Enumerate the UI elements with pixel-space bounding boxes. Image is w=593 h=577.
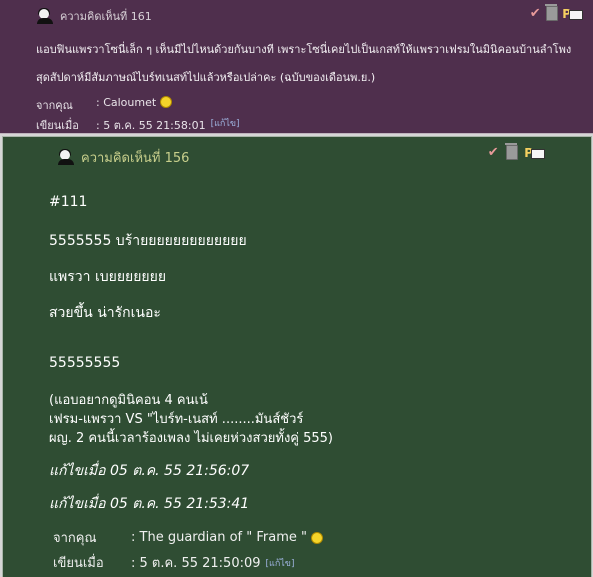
comment-author-row: จากคุณ : Caloumet — [36, 96, 173, 114]
posted-date: : 5 ต.ค. 55 21:50:09 — [131, 556, 261, 571]
comment-body: แอบฟินแพรวาโซนี่เล็ก ๆ เห็นมีไปไหนด้วยกั… — [36, 36, 581, 92]
trash-icon[interactable] — [505, 143, 519, 160]
comment-text-line: #111 — [49, 194, 88, 210]
comment-text-line: แอบฟินแพรวาโซนี่เล็ก ๆ เห็นมีไปไหนด้วยกั… — [36, 43, 572, 56]
posted-label: เขียนเมื่อ — [36, 119, 79, 132]
comment-tools: ✔ P — [486, 143, 545, 160]
comment-author-row: จากคุณ : The guardian of " Frame " — [53, 527, 323, 548]
comment-tools: ✔ P — [528, 4, 583, 21]
comment-text-line: แพรวา เบยยยยยยย — [49, 269, 167, 285]
comment-title: ความคิดเห็นที่ 161 — [60, 10, 152, 23]
comment-156: ความคิดเห็นที่ 156 ✔ P #111 5555555 บร้า… — [2, 136, 592, 577]
posted-label: เขียนเมื่อ — [53, 556, 104, 571]
comment-text-line: สุดสัปดาห์มีสัมภาษณ์ไบร์ทเนสท์ไปแล้วหรือ… — [36, 71, 376, 84]
user-avatar-icon — [57, 149, 75, 165]
comment-date-row: เขียนเมื่อ : 5 ต.ค. 55 21:50:09 [แก้ไข] — [53, 552, 294, 573]
trash-icon[interactable] — [545, 4, 559, 21]
smiley-icon — [311, 531, 323, 544]
edit-link[interactable]: [แก้ไข] — [266, 556, 295, 570]
edit-link[interactable]: [แก้ไข] — [211, 116, 240, 134]
comment-date-row: เขียนเมื่อ : 5 ต.ค. 55 21:58:01 [แก้ไข] — [36, 116, 240, 134]
comment-161-header: ความคิดเห็นที่ 161 — [36, 6, 152, 26]
from-label: จากคุณ — [53, 531, 97, 546]
author-name[interactable]: : The guardian of " Frame " — [131, 530, 307, 545]
comment-text-line: ผญ. 2 คนนี้เวลาร้องเพลง ไม่เคยห่วงสวยทั้… — [49, 431, 334, 446]
check-vote-icon[interactable]: ✔ — [528, 6, 542, 21]
smiley-icon — [160, 96, 173, 108]
edit-history-line: แก้ไขเมื่อ 05 ต.ค. 55 21:53:41 — [49, 496, 250, 512]
private-message-icon[interactable]: P — [562, 8, 583, 20]
user-avatar-icon — [36, 8, 54, 24]
comment-161: ความคิดเห็นที่ 161 ✔ P แอบฟินแพรวาโซนี่เ… — [0, 0, 593, 134]
comment-title: ความคิดเห็นที่ 156 — [81, 150, 190, 166]
posted-date: : 5 ต.ค. 55 21:58:01 — [96, 119, 206, 132]
comment-text-line: (แอบอยากดูมินิคอน 4 คนเน้ — [49, 393, 208, 408]
check-vote-icon[interactable]: ✔ — [486, 145, 500, 160]
private-message-icon[interactable]: P — [524, 147, 545, 159]
comment-text-line: 5555555 บร้ายยยยยยยยยยยยย — [49, 233, 247, 249]
comment-text-line: สวยขึ้น น่ารักเนอะ — [49, 305, 161, 321]
comment-text-line: 55555555 — [49, 355, 121, 371]
comment-156-header: ความคิดเห็นที่ 156 — [57, 146, 189, 168]
edit-history-line: แก้ไขเมื่อ 05 ต.ค. 55 21:56:07 — [49, 463, 250, 479]
author-name[interactable]: : Caloumet — [96, 96, 156, 114]
from-label: จากคุณ — [36, 99, 73, 112]
comment-text-line: เฟรม-แพรวา VS "ไบร์ท-เนสท์ ........มันส์… — [49, 412, 304, 427]
